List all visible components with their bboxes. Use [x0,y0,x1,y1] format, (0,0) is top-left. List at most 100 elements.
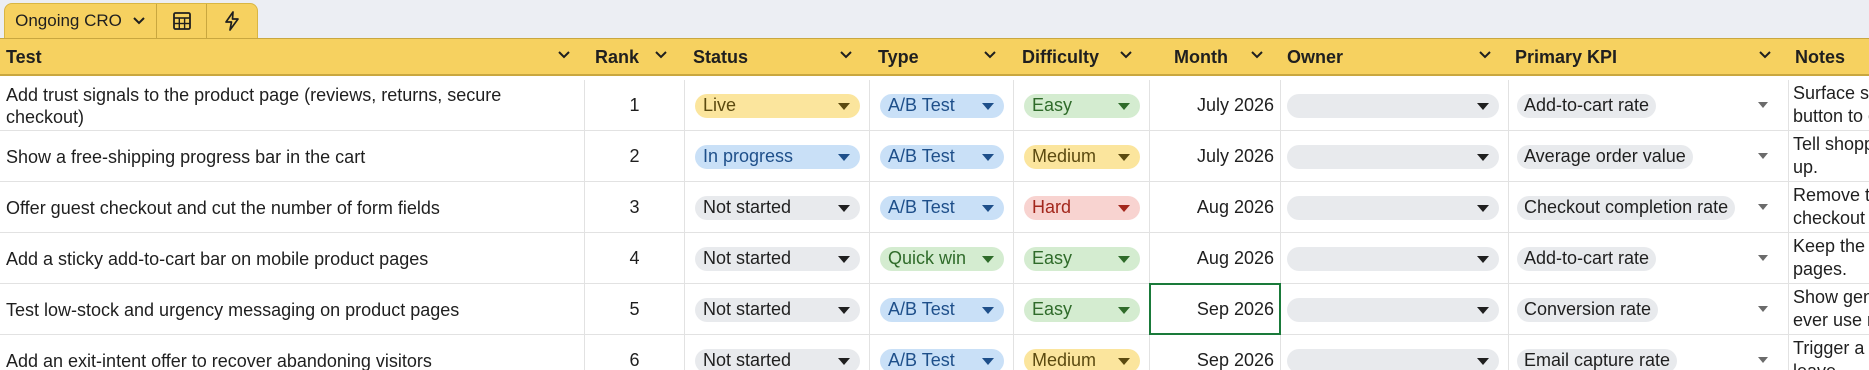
caret-down-icon[interactable] [982,306,994,314]
difficulty-chip[interactable]: Easy [1024,93,1140,118]
column-header-month[interactable]: Month [1150,39,1278,75]
cell-owner[interactable] [1281,284,1509,335]
cell-type[interactable]: Quick win [870,233,1014,284]
chevron-down-icon[interactable] [654,50,668,60]
cell-difficulty[interactable]: Easy [1014,284,1150,335]
column-header-rank[interactable]: Rank [585,39,682,75]
status-chip[interactable]: Not started [695,348,860,370]
owner-dropdown[interactable] [1287,93,1499,118]
cell-difficulty[interactable]: Medium [1014,335,1150,370]
cell-difficulty[interactable]: Hard [1014,182,1150,233]
caret-down-icon[interactable] [1118,306,1130,314]
difficulty-chip[interactable]: Medium [1024,144,1140,169]
caret-down-icon[interactable] [1477,255,1489,263]
cell-difficulty[interactable]: Medium [1014,131,1150,182]
cell-test[interactable]: Add a sticky add-to-cart bar on mobile p… [0,233,585,284]
owner-dropdown[interactable] [1287,195,1499,220]
cell-rank[interactable]: 1 [585,80,685,131]
cell-notes[interactable]: Keep the b pages. [1789,233,1869,284]
caret-down-icon[interactable] [1758,306,1768,312]
cell-notes[interactable]: Surface sta button to c [1789,80,1869,131]
cell-month[interactable]: Aug 2026 [1150,182,1281,233]
caret-down-icon[interactable] [1118,357,1130,365]
type-chip[interactable]: Quick win [880,246,1004,271]
caret-down-icon[interactable] [1758,153,1768,159]
cell-type[interactable]: A/B Test [870,80,1014,131]
caret-down-icon[interactable] [838,255,850,263]
cell-kpi[interactable]: Email capture rate [1509,335,1789,370]
caret-down-icon[interactable] [1477,357,1489,365]
cell-notes[interactable]: Show genu ever use re [1789,284,1869,335]
cell-test[interactable]: Add trust signals to the product page (r… [0,80,585,131]
status-chip[interactable]: In progress [695,144,860,169]
cell-type[interactable]: A/B Test [870,284,1014,335]
column-header-type[interactable]: Type [870,39,1011,75]
chevron-down-icon[interactable] [1758,50,1772,60]
caret-down-icon[interactable] [982,204,994,212]
chevron-down-icon[interactable] [839,50,853,60]
cell-rank[interactable]: 5 [585,284,685,335]
type-chip[interactable]: A/B Test [880,93,1004,118]
column-header-notes[interactable]: Notes [1789,39,1869,75]
status-chip[interactable]: Live [695,93,860,118]
calculator-button[interactable] [157,4,207,38]
column-header-test[interactable]: Test [0,39,585,75]
type-chip[interactable]: A/B Test [880,144,1004,169]
caret-down-icon[interactable] [838,153,850,161]
caret-down-icon[interactable] [1758,255,1768,261]
chevron-down-icon[interactable] [557,50,571,60]
cell-kpi[interactable]: Conversion rate [1509,284,1789,335]
caret-down-icon[interactable] [1118,102,1130,110]
column-header-owner[interactable]: Owner [1281,39,1506,75]
difficulty-chip[interactable]: Easy [1024,297,1140,322]
caret-down-icon[interactable] [982,357,994,365]
caret-down-icon[interactable] [982,102,994,110]
automation-button[interactable] [207,4,257,38]
chevron-down-icon[interactable] [983,50,997,60]
cell-kpi[interactable]: Add-to-cart rate [1509,233,1789,284]
cell-notes[interactable]: Remove th checkout c [1789,182,1869,233]
cell-type[interactable]: A/B Test [870,335,1014,370]
caret-down-icon[interactable] [982,255,994,263]
column-header-kpi[interactable]: Primary KPI [1509,39,1786,75]
cell-difficulty[interactable]: Easy [1014,80,1150,131]
chevron-down-icon[interactable] [1478,50,1492,60]
cell-kpi[interactable]: Checkout completion rate [1509,182,1789,233]
caret-down-icon[interactable] [1758,357,1768,363]
caret-down-icon[interactable] [1477,204,1489,212]
cell-test[interactable]: Test low-stock and urgency messaging on … [0,284,585,335]
cell-owner[interactable] [1281,182,1509,233]
cell-kpi[interactable]: Average order value [1509,131,1789,182]
cell-month[interactable]: Aug 2026 [1150,233,1281,284]
cell-test[interactable]: Add an exit-intent offer to recover aban… [0,335,585,370]
cell-status[interactable]: Not started [685,233,870,284]
cell-status[interactable]: Not started [685,284,870,335]
owner-dropdown[interactable] [1287,144,1499,169]
cell-rank[interactable]: 6 [585,335,685,370]
cell-notes[interactable]: Trigger a fi leave. [1789,335,1869,370]
cell-type[interactable]: A/B Test [870,182,1014,233]
caret-down-icon[interactable] [1118,204,1130,212]
owner-dropdown[interactable] [1287,246,1499,271]
caret-down-icon[interactable] [838,102,850,110]
column-header-status[interactable]: Status [685,39,867,75]
column-header-difficulty[interactable]: Difficulty [1014,39,1147,75]
type-chip[interactable]: A/B Test [880,348,1004,370]
cell-owner[interactable] [1281,335,1509,370]
caret-down-icon[interactable] [1118,153,1130,161]
cell-kpi[interactable]: Add-to-cart rate [1509,80,1789,131]
difficulty-chip[interactable]: Easy [1024,246,1140,271]
chevron-down-icon[interactable] [1119,50,1133,60]
cell-status[interactable]: Not started [685,182,870,233]
cell-notes[interactable]: Tell shoppe up. [1789,131,1869,182]
caret-down-icon[interactable] [838,306,850,314]
difficulty-chip[interactable]: Hard [1024,195,1140,220]
sheet-tab[interactable]: Ongoing CRO [5,4,157,38]
caret-down-icon[interactable] [1758,204,1768,210]
caret-down-icon[interactable] [982,153,994,161]
chevron-down-icon[interactable] [132,16,146,26]
caret-down-icon[interactable] [1477,306,1489,314]
cell-status[interactable]: Not started [685,335,870,370]
difficulty-chip[interactable]: Medium [1024,348,1140,370]
cell-rank[interactable]: 2 [585,131,685,182]
